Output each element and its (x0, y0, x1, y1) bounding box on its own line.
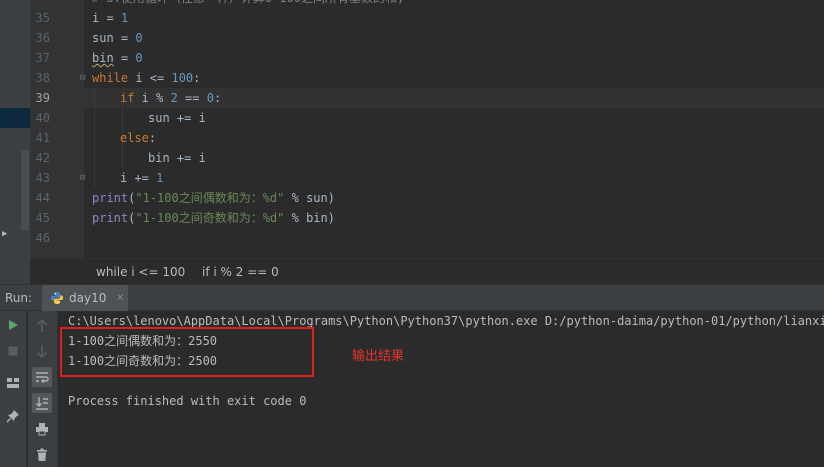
project-scrollbar[interactable] (21, 150, 29, 230)
scroll-to-end-icon[interactable] (32, 393, 52, 413)
code-line-45: print("1-100之间偶数和为：%d" % sun) (92, 191, 335, 205)
line-number: 37 (35, 51, 50, 65)
line-number: 46 (35, 231, 50, 245)
run-toolbar-primary (0, 311, 27, 467)
code-comment: # 3.使用循环（任意一种）计算0~100之间所有基数的和; (92, 0, 404, 8)
up-arrow-icon[interactable] (32, 316, 52, 336)
line-number: 38 (35, 71, 50, 85)
project-panel-strip: ▶ (0, 0, 30, 284)
expand-arrow-icon[interactable]: ▶ (2, 229, 7, 239)
trash-icon[interactable] (32, 445, 52, 465)
line-number: 40 (35, 111, 50, 125)
pin-icon[interactable] (3, 406, 23, 426)
breadcrumb: while i <= 100 › if i % 2 == 0 (30, 258, 824, 284)
fold-marker-icon[interactable]: ⊟ (80, 68, 85, 88)
run-toolbar-secondary (28, 311, 58, 467)
breadcrumb-item-if[interactable]: if i % 2 == 0 (202, 259, 279, 285)
output-highlight-box (60, 327, 314, 377)
code-line-38: bin = 0 (92, 51, 143, 65)
output-annotation: 输出结果 (352, 349, 405, 364)
line-number: 45 (35, 211, 50, 225)
code-line-37: sun = 0 (92, 31, 143, 45)
editor-gutter: 35 36 37 38 39 40 41 42 43 44 45 46 (30, 0, 84, 258)
code-line-41: sun += i (148, 111, 206, 125)
code-line-42: else: (120, 131, 157, 145)
code-line-44: i += 1 (120, 171, 164, 185)
line-number: 43 (35, 171, 50, 185)
line-number: 44 (35, 191, 50, 205)
fold-marker-icon[interactable]: ⊟ (80, 168, 85, 188)
line-number: 41 (35, 131, 50, 145)
line-number: 35 (35, 11, 50, 25)
console-exit-message: Process finished with exit code 0 (68, 394, 307, 408)
stop-icon[interactable] (3, 341, 23, 361)
line-number: 36 (35, 31, 50, 45)
breadcrumb-item-while[interactable]: while i <= 100 (96, 259, 185, 285)
run-icon[interactable] (3, 315, 23, 335)
run-tab-label: day10 (69, 291, 107, 305)
python-icon (51, 292, 63, 304)
code-line-43: bin += i (148, 151, 206, 165)
line-number-current: 39 (35, 91, 50, 105)
run-label: Run: (5, 291, 33, 305)
typo-underline: bin (92, 51, 114, 65)
code-line-39: while i <= 100: (92, 71, 201, 85)
soft-wrap-icon[interactable] (32, 367, 52, 387)
run-tab-day10[interactable]: day10 × (42, 285, 128, 311)
code-line-46: print("1-100之间奇数和为：%d" % bin) (92, 211, 335, 225)
code-line-36: i = 1 (92, 11, 129, 25)
project-selection-highlight (0, 108, 30, 128)
down-arrow-icon[interactable] (32, 341, 52, 361)
code-line-40: if i % 2 == 0: (120, 91, 222, 105)
run-tool-window-header: Run: day10 × (0, 284, 824, 311)
close-icon[interactable]: × (116, 285, 124, 311)
indent-guide (94, 88, 95, 188)
line-number: 42 (35, 151, 50, 165)
layout-icon[interactable] (3, 373, 23, 393)
print-icon[interactable] (32, 419, 52, 439)
